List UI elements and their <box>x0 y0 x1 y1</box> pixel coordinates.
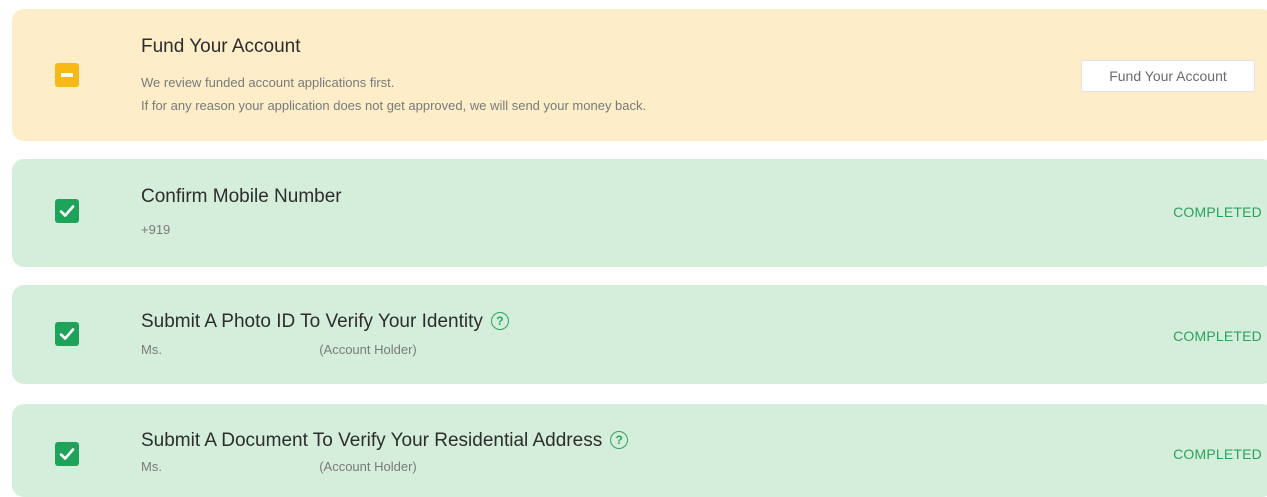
account-holder-line: Ms. (Account Holder) <box>141 342 417 357</box>
check-square-icon <box>55 199 79 223</box>
check-square-icon <box>55 442 79 466</box>
redacted-name <box>165 461 316 474</box>
redacted-name <box>165 344 316 357</box>
account-holder-line: Ms. (Account Holder) <box>141 459 417 474</box>
step-confirm-mobile: Confirm Mobile Number +919 COMPLETED <box>12 159 1267 267</box>
holder-suffix: (Account Holder) <box>319 342 417 357</box>
step-residential-address: Submit A Document To Verify Your Residen… <box>12 404 1267 497</box>
verification-steps: Fund Your Account We review funded accou… <box>0 0 1267 497</box>
help-icon[interactable]: ? <box>610 431 629 449</box>
step-title-row: Submit A Document To Verify Your Residen… <box>141 430 629 452</box>
status-badge: COMPLETED <box>1173 328 1262 344</box>
step-title-row: Submit A Photo ID To Verify Your Identit… <box>141 311 509 333</box>
help-icon[interactable]: ? <box>490 312 509 330</box>
status-badge: COMPLETED <box>1173 204 1262 220</box>
step-title: Confirm Mobile Number <box>141 186 342 207</box>
holder-suffix: (Account Holder) <box>319 459 417 474</box>
holder-prefix: Ms. <box>141 459 162 474</box>
status-badge: COMPLETED <box>1173 446 1262 462</box>
step-description-line-2: If for any reason your application does … <box>141 98 647 113</box>
minus-square-icon <box>55 63 79 87</box>
fund-account-button[interactable]: Fund Your Account <box>1081 60 1255 92</box>
holder-prefix: Ms. <box>141 342 162 357</box>
step-description-line-1: We review funded account applications fi… <box>141 75 395 90</box>
check-square-icon <box>55 322 79 346</box>
step-fund-account: Fund Your Account We review funded accou… <box>12 9 1267 141</box>
step-photo-id: Submit A Photo ID To Verify Your Identit… <box>12 285 1267 384</box>
step-title: Fund Your Account <box>141 36 301 57</box>
phone-number: +919 <box>141 222 171 237</box>
step-title: Submit A Document To Verify Your Residen… <box>141 430 603 451</box>
step-title: Submit A Photo ID To Verify Your Identit… <box>141 311 483 332</box>
